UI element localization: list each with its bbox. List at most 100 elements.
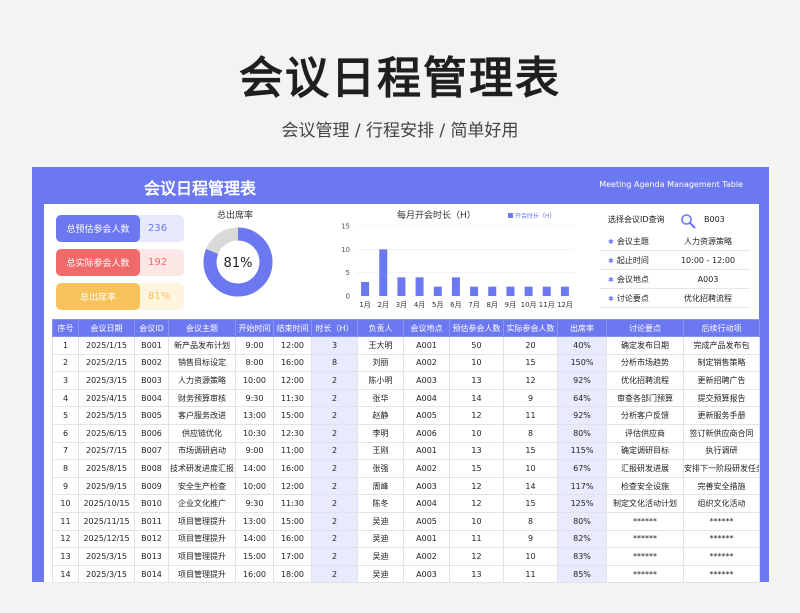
table-cell[interactable]: 10 xyxy=(449,423,504,443)
column-header[interactable]: 序号 xyxy=(52,319,79,337)
table-cell[interactable]: 10:30 xyxy=(235,423,274,443)
table-cell[interactable]: 吴迪 xyxy=(357,511,404,531)
table-cell[interactable]: 组织文化活动 xyxy=(683,494,760,513)
column-header[interactable]: 负责人 xyxy=(357,319,404,337)
table-cell[interactable]: B004 xyxy=(134,388,169,408)
table-cell[interactable]: ****** xyxy=(683,511,760,531)
table-cell[interactable]: 王刚 xyxy=(357,441,404,461)
table-cell[interactable]: 8 xyxy=(503,423,558,443)
table-cell[interactable]: 9:00 xyxy=(235,336,274,355)
table-cell[interactable]: 项目管理提升 xyxy=(168,529,236,549)
table-cell[interactable]: 财务预算审核 xyxy=(168,388,236,408)
table-cell[interactable]: 12:00 xyxy=(273,371,312,390)
table-cell[interactable]: 40% xyxy=(557,336,607,355)
table-cell[interactable]: 审查各部门预算 xyxy=(606,388,684,408)
table-cell[interactable]: A004 xyxy=(403,494,450,513)
column-header[interactable]: 讨论要点 xyxy=(606,319,684,337)
table-cell[interactable]: B014 xyxy=(134,564,169,584)
table-cell[interactable]: 项目管理提升 xyxy=(168,564,236,584)
table-cell[interactable]: 12 xyxy=(449,476,504,496)
table-cell[interactable]: B006 xyxy=(134,423,169,443)
table-cell[interactable]: A005 xyxy=(403,511,450,531)
table-cell[interactable]: 8 xyxy=(52,459,79,478)
column-header[interactable]: 时长（H） xyxy=(311,319,358,337)
table-cell[interactable]: 2 xyxy=(311,511,358,531)
table-cell[interactable]: 83% xyxy=(557,547,607,566)
table-row[interactable]: 4 2025/4/15 B004 财务预算审核 9:30 11:30 2 张华 A004 14 9 6… xyxy=(52,388,760,408)
table-cell[interactable]: 2025/5/15 xyxy=(78,406,135,425)
column-header[interactable]: 预估参会人数 xyxy=(449,319,504,337)
table-cell[interactable]: ****** xyxy=(683,529,760,549)
table-row[interactable]: 3 2025/3/15 B003 人力资源策略 10:00 12:00 2 陈小明 A003 13… xyxy=(52,371,760,390)
column-header[interactable]: 结束时间 xyxy=(273,319,312,337)
table-cell[interactable]: 供应链优化 xyxy=(168,423,236,443)
table-cell[interactable]: 15 xyxy=(503,494,558,513)
table-cell[interactable]: ****** xyxy=(683,564,760,584)
table-cell[interactable]: 85% xyxy=(557,564,607,584)
table-cell[interactable]: 8 xyxy=(503,511,558,531)
table-cell[interactable]: B002 xyxy=(134,353,169,373)
column-header[interactable]: 会议地点 xyxy=(403,319,450,337)
table-cell[interactable]: 检查安全设施 xyxy=(606,476,684,496)
table-cell[interactable]: 117% xyxy=(557,476,607,496)
table-cell[interactable]: 15:00 xyxy=(235,547,274,566)
table-cell[interactable]: 10:00 xyxy=(235,371,274,390)
table-cell[interactable]: 2 xyxy=(52,353,79,373)
table-cell[interactable]: A003 xyxy=(403,371,450,390)
table-cell[interactable]: 8:00 xyxy=(235,353,274,373)
table-cell[interactable]: 新产品发布计划 xyxy=(168,336,236,355)
table-cell[interactable]: 10 xyxy=(503,459,558,478)
table-cell[interactable]: B007 xyxy=(134,441,169,461)
table-cell[interactable]: 1 xyxy=(52,336,79,355)
table-row[interactable]: 6 2025/6/15 B006 供应链优化 10:30 12:30 2 李明 A006 10 8 8… xyxy=(52,423,760,443)
table-cell[interactable]: ****** xyxy=(606,564,684,584)
table-cell[interactable]: 11:00 xyxy=(273,441,312,461)
column-header[interactable]: 出席率 xyxy=(557,319,607,337)
table-cell[interactable]: 市场调研启动 xyxy=(168,441,236,461)
table-cell[interactable]: 14 xyxy=(449,388,504,408)
table-cell[interactable]: 4 xyxy=(52,388,79,408)
table-cell[interactable]: ****** xyxy=(606,529,684,549)
table-cell[interactable]: 2 xyxy=(311,564,358,584)
table-cell[interactable]: 125% xyxy=(557,494,607,513)
table-cell[interactable]: 销售目标设定 xyxy=(168,353,236,373)
table-cell[interactable]: 张华 xyxy=(357,388,404,408)
table-cell[interactable]: 张强 xyxy=(357,459,404,478)
table-cell[interactable]: 2 xyxy=(311,406,358,425)
table-row[interactable]: 1 2025/1/15 B001 新产品发布计划 9:00 12:00 3 王大明 A001 50… xyxy=(52,336,760,355)
table-cell[interactable]: B012 xyxy=(134,529,169,549)
table-cell[interactable]: 更新服务手册 xyxy=(683,406,760,425)
table-cell[interactable]: 9 xyxy=(503,529,558,549)
table-cell[interactable]: 6 xyxy=(52,423,79,443)
table-cell[interactable]: 2 xyxy=(311,441,358,461)
table-cell[interactable]: 12 xyxy=(503,371,558,390)
table-cell[interactable]: 11 xyxy=(449,529,504,549)
table-cell[interactable]: A002 xyxy=(403,353,450,373)
table-row[interactable]: 11 2025/11/15 B011 项目管理提升 13:00 15:00 2 吴迪 A005 1… xyxy=(52,511,760,531)
table-cell[interactable]: 13 xyxy=(449,564,504,584)
table-cell[interactable]: 安全生产检查 xyxy=(168,476,236,496)
table-cell[interactable]: 10 xyxy=(449,511,504,531)
table-cell[interactable]: 项目管理提升 xyxy=(168,547,236,566)
table-cell[interactable]: 15:00 xyxy=(273,406,312,425)
table-cell[interactable]: B001 xyxy=(134,336,169,355)
column-header[interactable]: 会议日期 xyxy=(78,319,135,337)
table-cell[interactable]: A001 xyxy=(403,336,450,355)
table-cell[interactable]: B009 xyxy=(134,476,169,496)
table-cell[interactable]: 吴迪 xyxy=(357,529,404,549)
table-cell[interactable]: 15:00 xyxy=(273,511,312,531)
lookup-query-input[interactable]: B003 xyxy=(704,215,725,224)
table-cell[interactable]: 2025/4/15 xyxy=(78,388,135,408)
table-cell[interactable]: 完善安全措施 xyxy=(683,476,760,496)
table-cell[interactable]: 12:00 xyxy=(273,336,312,355)
table-cell[interactable]: 客户服务改进 xyxy=(168,406,236,425)
table-cell[interactable]: 确定调研目标 xyxy=(606,441,684,461)
table-cell[interactable]: 12:00 xyxy=(273,476,312,496)
table-cell[interactable]: A001 xyxy=(403,441,450,461)
table-cell[interactable]: 9:30 xyxy=(235,388,274,408)
table-cell[interactable]: 确定发布日期 xyxy=(606,336,684,355)
table-cell[interactable]: 2025/3/15 xyxy=(78,371,135,390)
table-cell[interactable]: B011 xyxy=(134,511,169,531)
table-cell[interactable]: 2 xyxy=(311,494,358,513)
table-row[interactable]: 9 2025/9/15 B009 安全生产检查 10:00 12:00 2 周峰 A003 12 1… xyxy=(52,476,760,496)
